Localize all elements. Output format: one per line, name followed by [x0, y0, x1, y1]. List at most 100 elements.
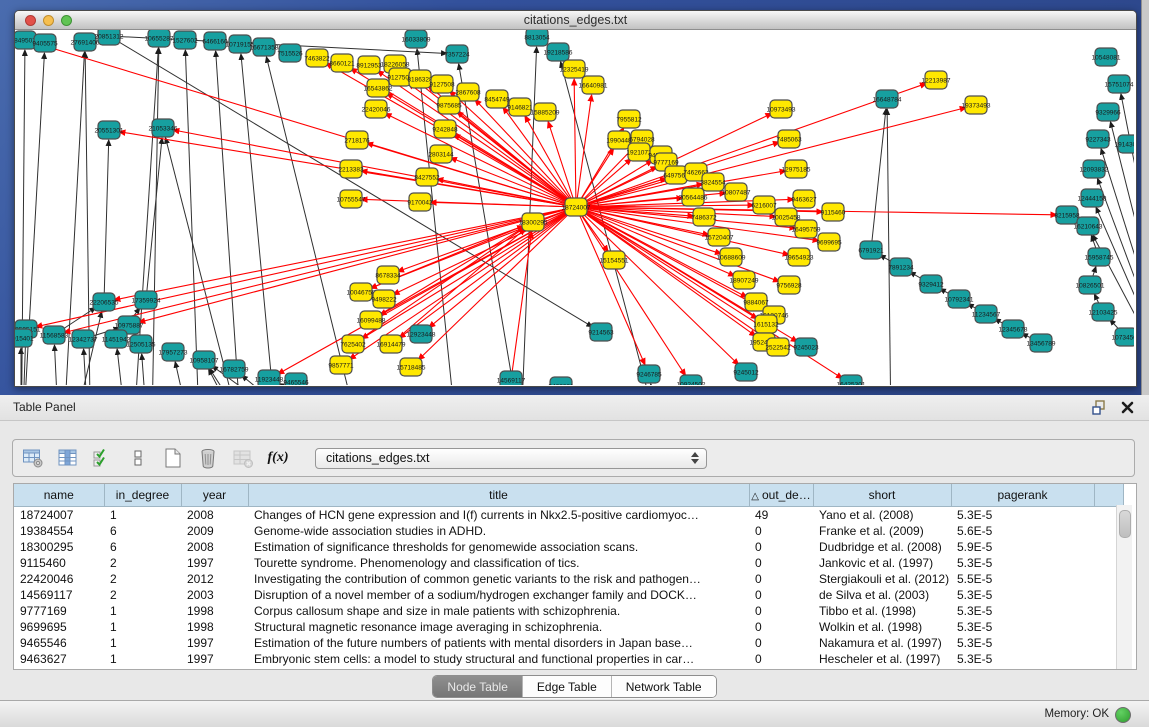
network-view-window[interactable]: citations_edges.txt 18495071940557527691…: [14, 10, 1137, 387]
table-cell[interactable]: Nakamura et al. (1997): [813, 635, 951, 651]
graph-node[interactable]: 21053346: [149, 119, 178, 137]
graph-node[interactable]: 8454749: [484, 90, 510, 108]
column-header-short[interactable]: short: [813, 484, 951, 507]
desktop-scroll-strip[interactable]: [1141, 0, 1149, 395]
graph-node[interactable]: 16640981: [579, 76, 608, 94]
table-cell[interactable]: 49: [749, 507, 813, 524]
graph-node[interactable]: 6466160: [202, 32, 228, 50]
table-cell[interactable]: 2012: [181, 571, 248, 587]
graph-node[interactable]: 16033809: [402, 30, 431, 48]
table-cell[interactable]: 2: [104, 555, 181, 571]
table-row[interactable]: 911546021997Tourette syndrome. Phenomeno…: [14, 555, 1123, 571]
function-icon[interactable]: f(x): [266, 446, 290, 470]
graph-node[interactable]: 14569117: [497, 371, 526, 385]
graph-node[interactable]: 13456789: [1027, 334, 1056, 352]
table-cell[interactable]: Yano et al. (2008): [813, 507, 951, 524]
table-cell[interactable]: 0: [749, 571, 813, 587]
graph-node[interactable]: 10807487: [722, 183, 751, 201]
table-cell[interactable]: 1997: [181, 651, 248, 667]
graph-edge[interactable]: [54, 345, 61, 385]
graph-node[interactable]: 17359924: [132, 291, 161, 309]
graph-node[interactable]: 8813054: [524, 30, 550, 46]
table-cell[interactable]: 18300295: [14, 539, 104, 555]
graph-node[interactable]: 1615132: [753, 315, 779, 333]
graph-node[interactable]: 8678334: [375, 266, 401, 284]
graph-node[interactable]: 16671358: [250, 38, 279, 56]
graph-node[interactable]: 10958107: [190, 351, 219, 369]
table-cell[interactable]: Embryonic stem cells: a model to study s…: [248, 651, 749, 667]
graph-node[interactable]: 12325419: [560, 60, 589, 78]
graph-node[interactable]: 18907249: [730, 271, 759, 289]
table-scrollbar[interactable]: [1116, 505, 1132, 669]
graph-edge[interactable]: [185, 50, 201, 385]
graph-node[interactable]: 11568583: [40, 326, 69, 344]
table-cell[interactable]: 5.6E-5: [951, 523, 1094, 539]
table-cell[interactable]: 5.3E-5: [951, 635, 1094, 651]
graph-node[interactable]: 7955812: [616, 110, 642, 128]
table-scrollbar-thumb[interactable]: [1119, 510, 1131, 538]
trash-icon[interactable]: [196, 446, 220, 470]
graph-node[interactable]: 2213383: [338, 160, 364, 178]
table-cell[interactable]: 0: [749, 555, 813, 571]
graph-node[interactable]: 1527602: [172, 31, 198, 49]
graph-node[interactable]: 6791921: [858, 241, 884, 259]
table-cell[interactable]: Disruption of a novel member of a sodium…: [248, 587, 749, 603]
graph-node[interactable]: 15720407: [705, 228, 734, 246]
graph-edge[interactable]: [1101, 149, 1134, 385]
graph-node[interactable]: 18300295: [519, 213, 548, 231]
graph-node[interactable]: 9115460: [821, 203, 846, 221]
graph-edge[interactable]: [574, 79, 576, 207]
graph-node[interactable]: 2522542: [765, 338, 791, 356]
graph-node[interactable]: 20551301: [95, 121, 124, 139]
graph-node[interactable]: 16648784: [873, 90, 902, 108]
table-cell[interactable]: 0: [749, 587, 813, 603]
graph-edge[interactable]: [511, 232, 532, 380]
table-cell[interactable]: Wolkin et al. (1998): [813, 619, 951, 635]
browse-column-icon[interactable]: [56, 446, 80, 470]
table-cell[interactable]: Dudbridge et al. (2008): [813, 539, 951, 555]
graph-node[interactable]: 10924502: [677, 375, 706, 385]
graph-node[interactable]: 7463822: [304, 49, 330, 67]
graph-node[interactable]: 10688609: [717, 248, 746, 266]
column-header-title[interactable]: title: [248, 484, 749, 507]
graph-node[interactable]: 9875685: [436, 96, 462, 114]
table-select-dropdown[interactable]: citations_edges.txt: [315, 448, 707, 469]
graph-node[interactable]: 19218586: [544, 43, 573, 61]
graph-node[interactable]: 8215958: [1054, 206, 1080, 224]
graph-edge[interactable]: [576, 207, 780, 282]
graph-node[interactable]: 17957273: [159, 343, 188, 361]
graph-edge[interactable]: [887, 109, 891, 385]
graph-node[interactable]: 16495759: [792, 220, 821, 238]
table-cell[interactable]: 9465546: [14, 635, 104, 651]
graph-node[interactable]: 7485063: [776, 130, 802, 148]
float-panel-icon[interactable]: [1091, 399, 1107, 415]
graph-node[interactable]: 9405575: [32, 34, 58, 52]
table-cell[interactable]: 5.3E-5: [951, 555, 1094, 571]
table-row[interactable]: 1938455462009Genome-wide association stu…: [14, 523, 1123, 539]
table-cell[interactable]: 18724007: [14, 507, 104, 524]
graph-node[interactable]: 9465546: [283, 373, 309, 385]
graph-edge[interactable]: [117, 349, 131, 385]
table-cell[interactable]: Estimation of significance thresholds fo…: [248, 539, 749, 555]
graph-node[interactable]: 3915401: [15, 329, 34, 347]
graph-node[interactable]: 15751074: [1105, 75, 1134, 93]
graph-node[interactable]: 9699695: [816, 233, 842, 251]
graph-node[interactable]: 7515526: [277, 44, 303, 62]
table-row[interactable]: 1830029562008Estimation of significance …: [14, 539, 1123, 555]
graph-node[interactable]: 12103425: [1089, 303, 1118, 321]
graph-edge[interactable]: [576, 207, 686, 376]
table-cell[interactable]: 2003: [181, 587, 248, 603]
graph-node[interactable]: 12342737: [69, 330, 98, 348]
table-cell[interactable]: 1997: [181, 635, 248, 651]
graph-canvas[interactable]: 1849507194055752769140620851312106552871…: [15, 30, 1134, 385]
table-cell[interactable]: 5.3E-5: [951, 587, 1094, 603]
graph-node[interactable]: 12505135: [127, 335, 156, 353]
graph-node[interactable]: 12923448: [407, 325, 436, 343]
graph-node[interactable]: 3824554: [700, 173, 726, 191]
graph-node[interactable]: 9246785: [636, 365, 662, 383]
table-cell[interactable]: 2: [104, 587, 181, 603]
table-cell[interactable]: 1: [104, 635, 181, 651]
graph-node[interactable]: 10755547: [337, 190, 366, 208]
table-row[interactable]: 969969511998Structural magnetic resonanc…: [14, 619, 1123, 635]
table-cell[interactable]: de Silva et al. (2003): [813, 587, 951, 603]
